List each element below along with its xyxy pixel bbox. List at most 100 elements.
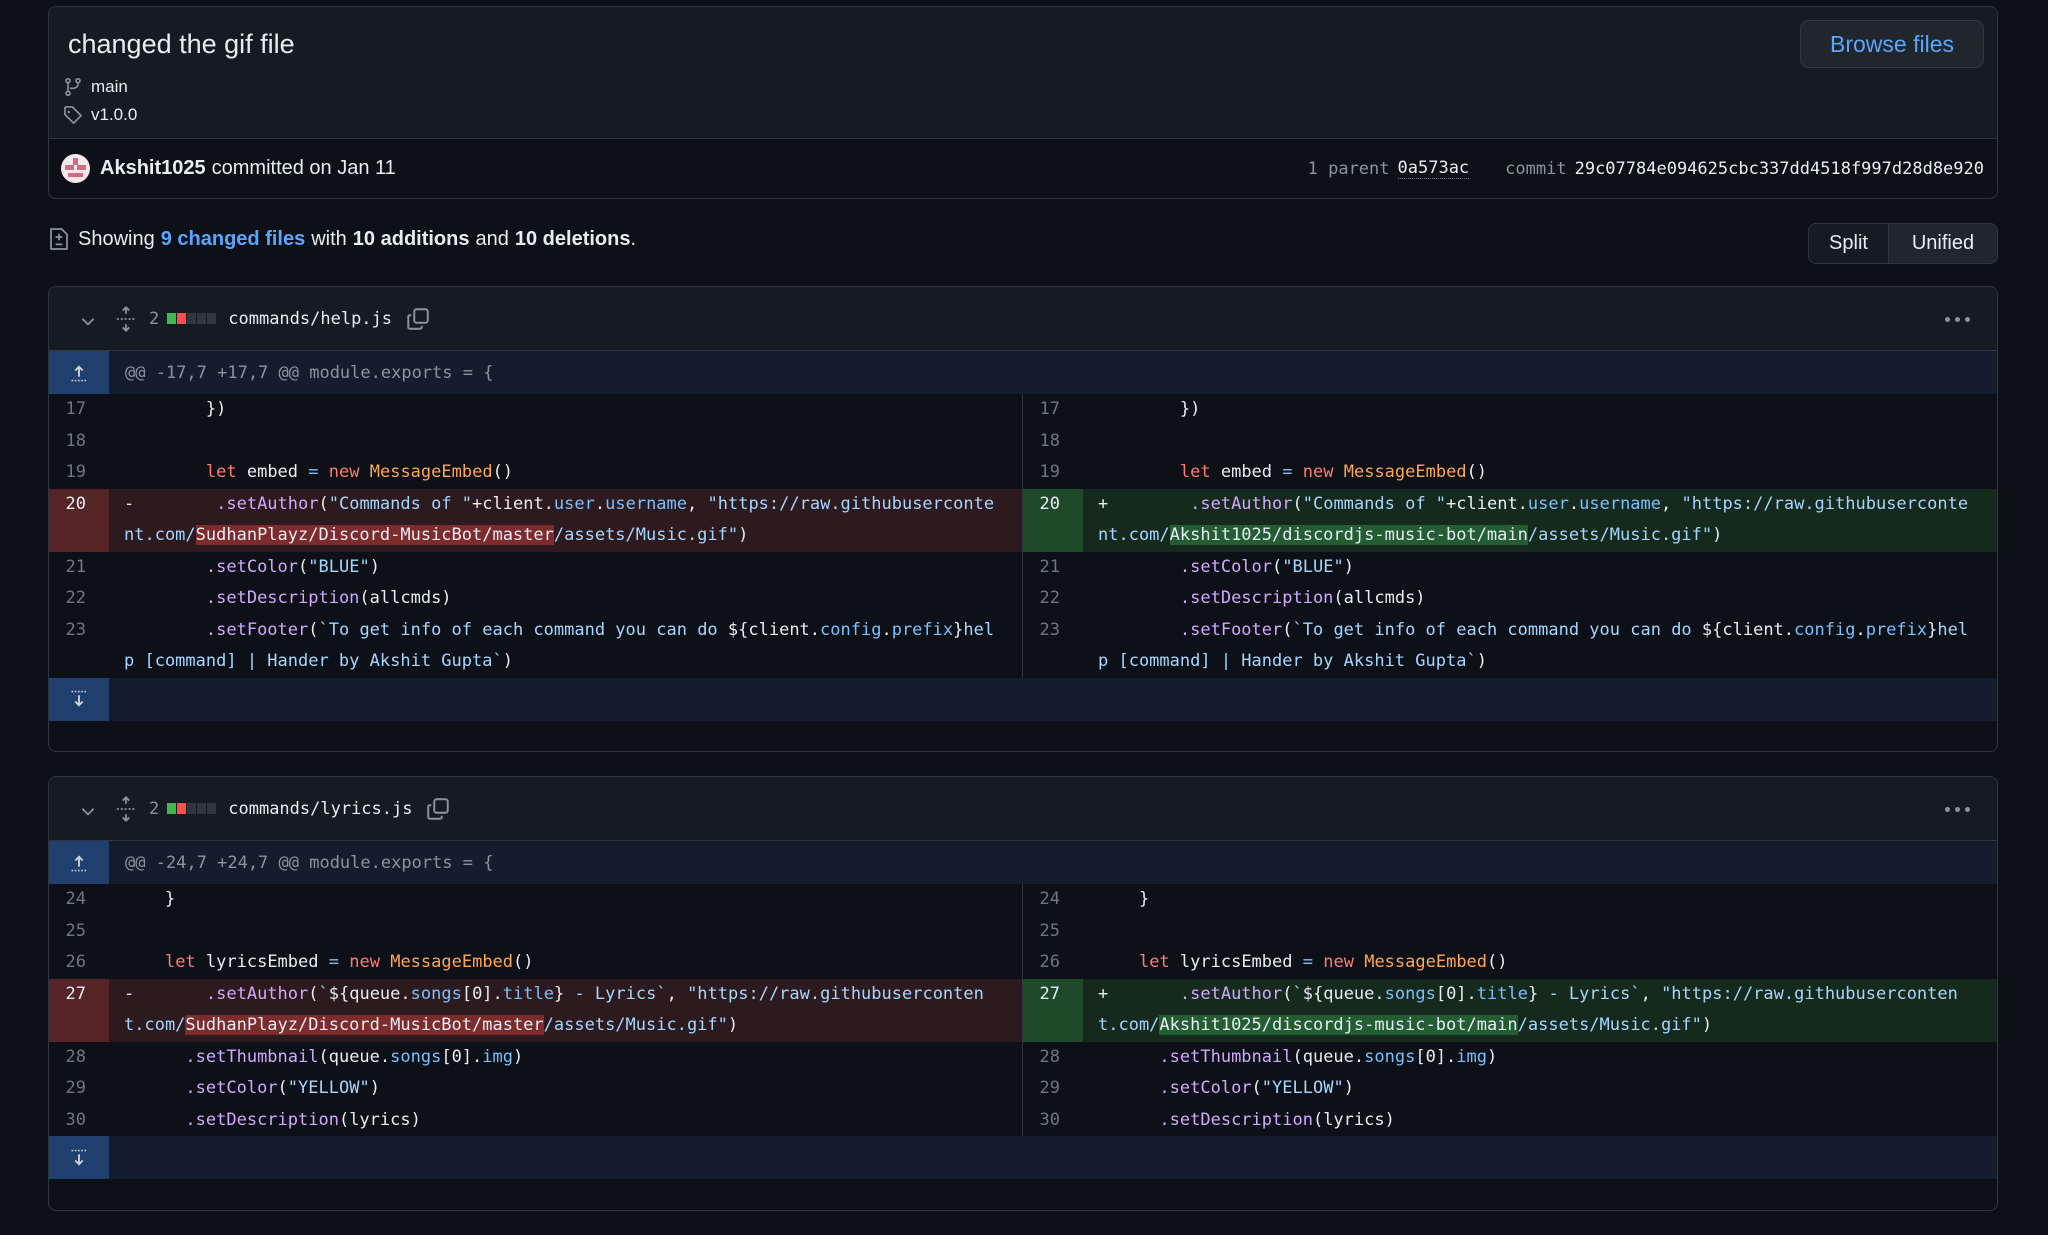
code-token: songs: [410, 983, 462, 1004]
expand-up-button[interactable]: [49, 351, 109, 394]
more-options-icon[interactable]: [1945, 309, 1971, 329]
expand-footer: [49, 1136, 1997, 1179]
line-number[interactable]: 21: [1023, 552, 1083, 584]
code-token: "YELLOW": [1261, 1078, 1344, 1098]
line-number[interactable]: 25: [49, 916, 109, 948]
line-code: let embed = new MessageEmbed(): [1083, 457, 1997, 489]
code-token: img: [1456, 1046, 1487, 1067]
expand-down-icon: [71, 690, 87, 707]
line-number[interactable]: 27: [49, 978, 109, 1042]
chevron-down-icon[interactable]: [79, 312, 97, 330]
code-token: let: [1179, 462, 1211, 482]
changed-files-link[interactable]: 9 changed files: [161, 228, 306, 251]
line-number[interactable]: 22: [1023, 583, 1083, 615]
expand-up-button[interactable]: [49, 841, 109, 884]
line-number[interactable]: 29: [49, 1073, 109, 1105]
file-name[interactable]: commands/lyrics.js: [228, 799, 412, 819]
code-token: (): [492, 462, 514, 482]
line-number[interactable]: 23: [1023, 615, 1083, 678]
line-number[interactable]: 25: [1023, 916, 1083, 948]
line-number[interactable]: 19: [49, 457, 109, 489]
line-number[interactable]: 29: [1023, 1073, 1083, 1105]
line-number[interactable]: 24: [49, 884, 109, 916]
code-token: .setThumbnail: [185, 1046, 319, 1067]
code-token: ): [1476, 651, 1487, 671]
expand-down-button[interactable]: [49, 677, 109, 721]
code-token: .setDescription: [1159, 1109, 1313, 1130]
diffstat: [167, 313, 217, 324]
line-number[interactable]: 30: [49, 1105, 109, 1137]
code-token: ): [369, 556, 380, 577]
split-view-button[interactable]: Split: [1809, 224, 1889, 263]
line-number[interactable]: 18: [49, 426, 109, 458]
parent-sha-link[interactable]: 0a573ac: [1397, 158, 1470, 179]
copy-path-icon[interactable]: [406, 307, 430, 331]
expand-all-icon[interactable]: [115, 305, 137, 332]
code-token: MessageEmbed: [1364, 952, 1488, 972]
author-name[interactable]: Akshit1025: [100, 157, 206, 180]
file-header: 2 commands/help.js: [49, 287, 1997, 351]
code-token: [0].: [1435, 983, 1477, 1004]
line-number[interactable]: 24: [1023, 884, 1083, 916]
code-token: .setColor: [1159, 1078, 1252, 1098]
code-token: ): [513, 1046, 524, 1067]
line-number[interactable]: 22: [49, 583, 109, 615]
line-number[interactable]: 17: [49, 394, 109, 426]
branch-link[interactable]: main: [63, 77, 128, 97]
right-pane: 17 }) 18 19 let embed = new MessageEmbed(…: [1023, 394, 1997, 678]
code-token: user: [1527, 493, 1569, 514]
code-token: (): [1466, 462, 1488, 482]
code-token: ,: [1661, 493, 1682, 514]
chevron-down-icon[interactable]: [79, 802, 97, 820]
tag-link[interactable]: v1.0.0: [63, 105, 137, 125]
copy-path-icon[interactable]: [426, 797, 450, 821]
line-number[interactable]: 20: [1023, 488, 1083, 552]
code-token: "Commands of ": [1302, 493, 1447, 514]
line-number[interactable]: 17: [1023, 394, 1083, 426]
line-number[interactable]: 21: [49, 552, 109, 584]
line-number[interactable]: 30: [1023, 1105, 1083, 1137]
line-number[interactable]: 28: [1023, 1042, 1083, 1074]
line-number[interactable]: 23: [49, 615, 109, 678]
diff-line: 17 }): [49, 394, 1022, 426]
file-diff: 2 commands/help.js @@ -17,7 +17,7 @@ modul…: [48, 286, 1998, 752]
more-options-icon[interactable]: [1945, 799, 1971, 819]
line-number[interactable]: 28: [49, 1042, 109, 1074]
code-token: (): [513, 952, 534, 972]
diffstat-block-del: [177, 803, 187, 814]
diff-line: 21 .setColor("BLUE"): [49, 552, 1022, 584]
expand-down-button[interactable]: [49, 1136, 109, 1179]
line-number[interactable]: 18: [1023, 426, 1083, 458]
line-number[interactable]: 27: [1023, 978, 1083, 1042]
unified-view-button[interactable]: Unified: [1889, 224, 1997, 263]
code-token: /assets/Music.gif": [1517, 1015, 1702, 1035]
diff-summary: Showing 9 changed files with 10 addition…: [48, 227, 636, 251]
code-token: (: [1282, 983, 1293, 1004]
code-token: "BLUE": [1282, 556, 1344, 577]
code-token: embed: [1210, 462, 1283, 482]
code-token: (lyrics): [1312, 1109, 1395, 1130]
diff-view-toggle: Split Unified: [1808, 223, 1998, 264]
code-token: (: [318, 493, 329, 514]
line-code: .setDescription(lyrics): [109, 1105, 1022, 1137]
line-number[interactable]: 20: [49, 488, 109, 552]
line-number[interactable]: 26: [1023, 947, 1083, 979]
code-token: config: [1794, 619, 1856, 640]
line-number[interactable]: 19: [1023, 457, 1083, 489]
avatar[interactable]: [61, 154, 90, 183]
split-diff: 24 } 25 26 let lyricsEmbed = new MessageE…: [49, 884, 1997, 1136]
file-name[interactable]: commands/help.js: [228, 309, 392, 329]
code-token: ${client.: [727, 619, 821, 640]
code-token: [0].: [461, 983, 503, 1004]
line-number[interactable]: 26: [49, 947, 109, 979]
code-token: (allcmds): [1333, 588, 1426, 608]
code-token: lyricsEmbed: [1169, 952, 1303, 972]
code-token: }): [1098, 399, 1201, 419]
code-token: ${queue.: [328, 983, 411, 1004]
expand-all-icon[interactable]: [115, 795, 137, 822]
browse-files-button[interactable]: Browse files: [1800, 20, 1984, 68]
diff-line: 19 let embed = new MessageEmbed(): [49, 457, 1022, 489]
